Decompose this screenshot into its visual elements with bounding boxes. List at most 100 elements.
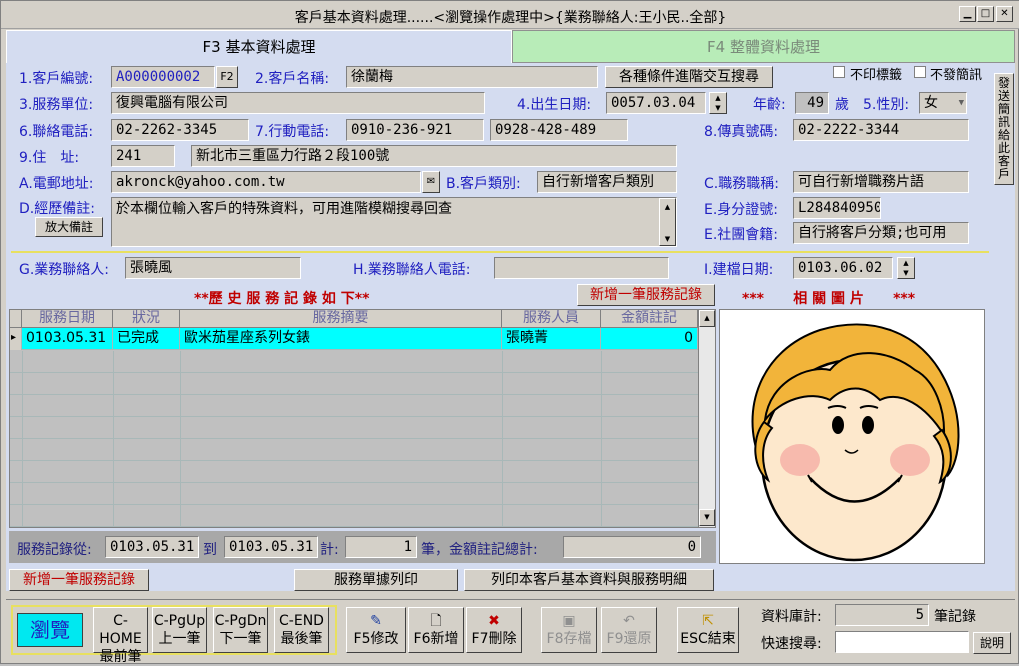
edit-button[interactable]: ✎ F5修改: [346, 607, 406, 653]
label-age: 年齡:: [753, 97, 786, 113]
delete-label: F7刪除: [471, 631, 517, 647]
zip-field[interactable]: 241: [111, 145, 175, 167]
label-birth: 4.出生日期:: [517, 97, 592, 113]
cust-name-field[interactable]: 徐蘭梅: [346, 66, 598, 88]
sales-tel-field[interactable]: [494, 257, 669, 279]
col-status[interactable]: 狀況: [113, 310, 180, 328]
add-record-button[interactable]: 新增一筆服務記錄: [9, 569, 149, 591]
no-label-checkbox[interactable]: [833, 66, 845, 78]
last-label: 最後筆: [280, 631, 323, 647]
cell-amount: 0: [601, 328, 698, 350]
email-icon[interactable]: ✉: [422, 171, 440, 193]
maximize-button[interactable]: □: [977, 6, 994, 22]
row-marker-icon: ▸: [10, 328, 22, 350]
minimize-button[interactable]: ▁: [959, 6, 976, 22]
first-key: C-HOME: [99, 613, 142, 647]
table-row[interactable]: ▸ 0103.05.31 已完成 歐米茄星座系列女錶 張曉菁 0: [10, 328, 698, 350]
exit-icon: ⇱: [702, 613, 714, 629]
prev-record-button[interactable]: C-PgUp 上一筆: [152, 607, 207, 653]
label-cust-no: 1.客戶編號:: [19, 71, 94, 87]
remark-scrollbar[interactable]: ▲ ▼: [659, 198, 676, 246]
print-detail-button[interactable]: 列印本客戶基本資料與服務明細: [464, 569, 714, 591]
first-record-button[interactable]: C-HOME 最前筆: [93, 607, 148, 665]
cust-no-field[interactable]: A000000002: [111, 66, 215, 88]
tel-field[interactable]: 02-2262-3345: [111, 119, 249, 141]
help-button[interactable]: 說明: [973, 632, 1011, 654]
label-title: C.職務職稱:: [704, 176, 779, 192]
mobile-field-2[interactable]: 0928-428-489: [490, 119, 628, 141]
col-staff[interactable]: 服務人員: [502, 310, 601, 328]
photo-title: *** 相 關 圖 片 ***: [742, 291, 916, 307]
quick-search-input[interactable]: [835, 631, 969, 653]
send-sms-button[interactable]: 發送簡訊給此客戶: [994, 73, 1014, 185]
fax-field[interactable]: 02-2222-3344: [793, 119, 969, 141]
sales-field[interactable]: 張曉風: [125, 257, 301, 279]
id-field[interactable]: L284840950: [793, 197, 881, 219]
main-window: 客戶基本資料處理......<瀏覽操作處理中>{業務聯絡人:王小民..全部} ▁…: [0, 0, 1019, 665]
advanced-search-button[interactable]: 各種條件進階交互搜尋: [605, 66, 773, 88]
history-grid: 服務日期 狀況 服務摘要 服務人員 金額註記 ▲ ▼ ▸ 0103.05.31 …: [9, 309, 716, 528]
age-field: 49: [795, 92, 829, 114]
print-slip-button[interactable]: 服務單據列印: [294, 569, 458, 591]
customer-photo: [719, 309, 985, 564]
chevron-down-icon: ▼: [958, 98, 964, 108]
scroll-up-icon[interactable]: ▲: [699, 310, 715, 327]
quick-search-label: 快速搜尋:: [761, 636, 822, 652]
last-record-button[interactable]: C-END 最後筆: [274, 607, 329, 653]
delete-button[interactable]: ✖ F7刪除: [466, 607, 522, 653]
no-sms-checkbox[interactable]: [914, 66, 926, 78]
next-label: 下一筆: [219, 631, 262, 647]
db-count-field: 5: [835, 604, 929, 626]
no-sms-text: 不發簡訊: [930, 68, 983, 83]
save-icon: ▣: [562, 613, 576, 629]
grid-line: [180, 351, 181, 527]
f2-lookup-button[interactable]: F2: [216, 66, 238, 88]
sex-select[interactable]: 女 ▼: [919, 92, 967, 114]
remark-textarea[interactable]: 於本欄位輸入客戶的特殊資料，可用進階模糊搜尋回查: [111, 197, 677, 247]
grid-line: [113, 351, 114, 527]
mode-indicator: 瀏覽: [17, 613, 83, 647]
close-button[interactable]: ✕: [996, 6, 1013, 22]
summary-from-field: 0103.05.31: [105, 536, 199, 558]
cust-type-field[interactable]: 自行新增客戶類別: [537, 171, 677, 193]
label-mobile: 7.行動電話:: [255, 124, 330, 140]
undo-button[interactable]: ↶ F9還原: [601, 607, 657, 653]
col-date[interactable]: 服務日期: [22, 310, 113, 328]
cell-staff: 張曉菁: [502, 328, 601, 350]
tab-basic[interactable]: F3 基本資料處理: [6, 30, 512, 63]
grid-scrollbar[interactable]: ▲ ▼: [698, 310, 715, 527]
cell-status: 已完成: [113, 328, 180, 350]
save-button[interactable]: ▣ F8存檔: [541, 607, 597, 653]
new-button[interactable]: 🗋 F6新增: [408, 607, 464, 653]
created-field[interactable]: 0103.06.02: [793, 257, 893, 279]
sex-value: 女: [924, 95, 938, 111]
delete-icon: ✖: [488, 613, 500, 629]
unit-field[interactable]: 復興電腦有限公司: [111, 92, 485, 114]
birth-spinner[interactable]: ▲ ▼: [709, 92, 727, 114]
grid-line: [601, 351, 602, 527]
exit-button[interactable]: ⇱ ESC結束: [677, 607, 739, 653]
title-field[interactable]: 可自行新增職務片語: [793, 171, 969, 193]
label-addr: 9.住 址:: [19, 150, 80, 166]
birth-field[interactable]: 0057.03.04: [606, 92, 706, 114]
tab-all[interactable]: F4 整體資料處理: [512, 30, 1015, 63]
col-amount[interactable]: 金額註記: [601, 310, 698, 328]
group-field[interactable]: 自行將客戶分類;也可用: [793, 222, 969, 244]
add-record-top-button[interactable]: 新增一筆服務記錄: [577, 284, 715, 306]
window-title: 客戶基本資料處理......<瀏覽操作處理中>{業務聯絡人:王小民..全部}: [294, 10, 727, 26]
email-field[interactable]: akronck@yahoo.com.tw: [111, 171, 421, 193]
grid-line: [22, 351, 23, 527]
col-summary[interactable]: 服務摘要: [180, 310, 502, 328]
created-spinner[interactable]: ▲ ▼: [897, 257, 915, 279]
address-field[interactable]: 新北市三重區力行路２段100號: [191, 145, 677, 167]
scroll-down-icon[interactable]: ▼: [699, 509, 715, 526]
summary-from-label: 服務記錄從:: [17, 542, 92, 558]
mobile-field-1[interactable]: 0910-236-921: [346, 119, 484, 141]
next-record-button[interactable]: C-PgDn 下一筆: [213, 607, 268, 653]
prev-label: 上一筆: [158, 631, 201, 647]
db-count-unit: 筆記錄: [934, 609, 976, 625]
enlarge-remark-button[interactable]: 放大備註: [35, 217, 103, 237]
summary-count-label: 計:: [320, 542, 339, 558]
label-email: A.電郵地址:: [19, 176, 94, 192]
cell-summary: 歐米茄星座系列女錶: [180, 328, 502, 350]
